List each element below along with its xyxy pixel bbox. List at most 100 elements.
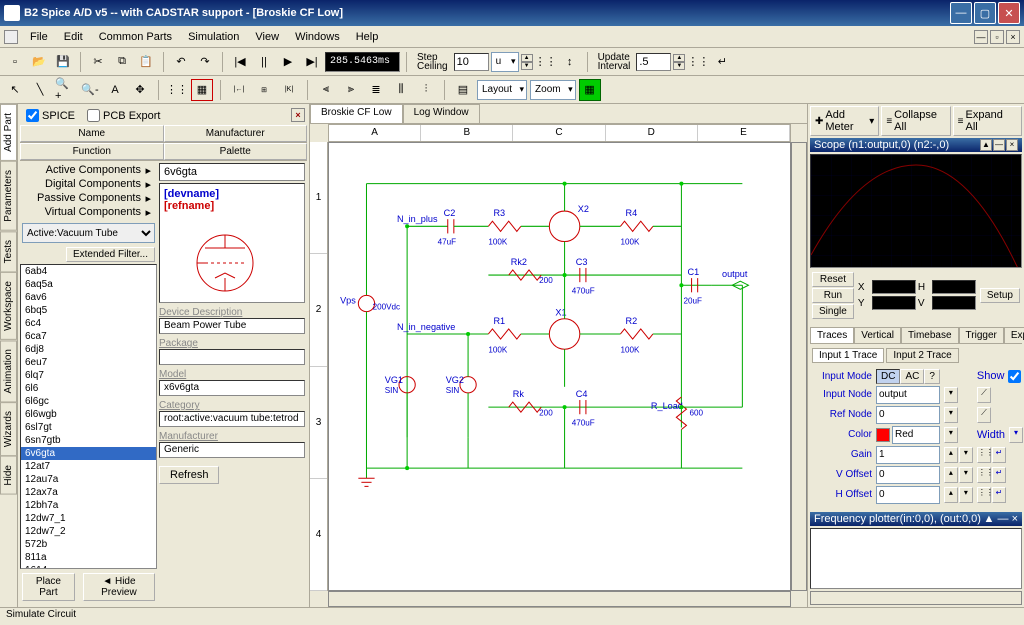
menu-active-components[interactable]: Active Components: [24, 163, 153, 177]
distribute-v-icon[interactable]: ⫶: [415, 79, 437, 101]
pan-icon[interactable]: ✥: [129, 79, 151, 101]
menu-simulation[interactable]: Simulation: [180, 29, 247, 45]
menu-edit[interactable]: Edit: [56, 29, 91, 45]
gain-input[interactable]: 1: [876, 446, 940, 464]
input-mode-toggle[interactable]: DCAC?: [876, 369, 940, 384]
align-right-icon[interactable]: ≣: [365, 79, 387, 101]
tab-timebase[interactable]: Timebase: [901, 327, 959, 343]
align-center-icon[interactable]: ⫸: [340, 79, 362, 101]
probe-icon[interactable]: ⟋: [977, 407, 991, 423]
reset-button[interactable]: Reset: [812, 272, 854, 287]
tab-tests[interactable]: Tests: [0, 231, 17, 272]
tab-hide[interactable]: Hide: [0, 456, 17, 495]
part-item[interactable]: 12bh7a: [21, 499, 156, 512]
frequency-plotter[interactable]: [810, 528, 1022, 589]
part-item[interactable]: 12au7a: [21, 473, 156, 486]
tab-parameters[interactable]: Parameters: [0, 161, 17, 231]
pcb-checkbox[interactable]: PCB Export: [83, 108, 164, 123]
place-part-button[interactable]: Place Part: [22, 573, 75, 601]
cat-function[interactable]: Function: [20, 143, 164, 160]
part-item[interactable]: 811a: [21, 551, 156, 564]
probe-icon[interactable]: ⟋: [977, 387, 991, 403]
part-item[interactable]: 6v6gta: [21, 447, 156, 460]
part-item[interactable]: 12dw7_2: [21, 525, 156, 538]
cat-manufacturer[interactable]: Manufacturer: [164, 125, 308, 142]
freq-min-icon[interactable]: —: [998, 513, 1009, 525]
oscilloscope[interactable]: [810, 154, 1022, 268]
tab-workspace[interactable]: Workspace: [0, 272, 17, 340]
part-item[interactable]: 6bq5: [21, 304, 156, 317]
single-button[interactable]: Single: [812, 304, 854, 319]
scrollbar-horizontal[interactable]: [328, 591, 791, 607]
part-item[interactable]: 6sn7gtb: [21, 434, 156, 447]
layers-icon[interactable]: ▤: [452, 79, 474, 101]
part-item[interactable]: 6c4: [21, 317, 156, 330]
menu-virtual-components[interactable]: Virtual Components: [24, 205, 153, 219]
zoom-out-icon[interactable]: 🔍-: [79, 79, 101, 101]
layout-combo[interactable]: Layout: [477, 80, 527, 100]
tab-input2[interactable]: Input 2 Trace: [886, 348, 958, 363]
interval-tool-icon[interactable]: ⋮⋮: [687, 51, 709, 73]
step-ceiling-spin[interactable]: [454, 53, 489, 71]
maximize-button[interactable]: ▢: [974, 2, 996, 24]
text-icon[interactable]: A: [104, 79, 126, 101]
cat-name[interactable]: Name: [20, 125, 164, 142]
cat-palette[interactable]: Palette: [164, 143, 308, 160]
spice-checkbox[interactable]: SPICE: [22, 108, 79, 123]
part-item[interactable]: 6l6wgb: [21, 408, 156, 421]
menu-digital-components[interactable]: Digital Components: [24, 177, 153, 191]
part-item[interactable]: 6l6gc: [21, 395, 156, 408]
scope-up-icon[interactable]: ▲: [980, 139, 992, 151]
menu-windows[interactable]: Windows: [287, 29, 348, 45]
menu-common-parts[interactable]: Common Parts: [91, 29, 180, 45]
part-item[interactable]: 6dj8: [21, 343, 156, 356]
mdi-close[interactable]: ×: [1006, 30, 1020, 44]
tab-trigger[interactable]: Trigger: [959, 327, 1004, 343]
part-item[interactable]: 6lq7: [21, 369, 156, 382]
minimize-button[interactable]: —: [950, 2, 972, 24]
zoom-combo[interactable]: Zoom: [530, 80, 576, 100]
part-item[interactable]: 6eu7: [21, 356, 156, 369]
net-icon[interactable]: ╲: [29, 79, 51, 101]
scope-min-icon[interactable]: —: [993, 139, 1005, 151]
tab-schematic[interactable]: Broskie CF Low: [310, 104, 403, 123]
open-icon[interactable]: 📂: [28, 51, 50, 73]
prev-icon[interactable]: |◀: [229, 51, 251, 73]
mdi-minimize[interactable]: —: [974, 30, 988, 44]
marker-icon[interactable]: ↵: [711, 51, 733, 73]
next-icon[interactable]: ▶|: [301, 51, 323, 73]
new-icon[interactable]: ▫: [4, 51, 26, 73]
part-item[interactable]: 12dw7_1: [21, 512, 156, 525]
undo-icon[interactable]: ↶: [170, 51, 192, 73]
tab-log[interactable]: Log Window: [403, 104, 480, 123]
redo-icon[interactable]: ↷: [194, 51, 216, 73]
setup-button[interactable]: Setup: [980, 288, 1020, 303]
refresh-button[interactable]: Refresh: [159, 466, 219, 484]
hide-preview-button[interactable]: ◄ Hide Preview: [83, 573, 155, 601]
add-meter-button[interactable]: ✚ Add Meter ▾: [810, 106, 879, 136]
step-unit-combo[interactable]: u: [491, 52, 519, 72]
part-item[interactable]: 6l6: [21, 382, 156, 395]
expand-all-button[interactable]: ≡ Expand All: [953, 106, 1022, 136]
tab-vertical[interactable]: Vertical: [854, 327, 901, 343]
ref-node-combo[interactable]: 0: [876, 406, 940, 424]
hoffset-input[interactable]: 0: [876, 486, 940, 504]
menu-file[interactable]: File: [22, 29, 56, 45]
filter-select[interactable]: Active:Vacuum Tube: [22, 223, 155, 243]
copy-icon[interactable]: ⧉: [111, 51, 133, 73]
part-item[interactable]: 6sl7gt: [21, 421, 156, 434]
close-button[interactable]: ✕: [998, 2, 1020, 24]
run-button[interactable]: Run: [812, 288, 854, 303]
tab-export[interactable]: Export: [1004, 327, 1024, 343]
grid-lines-icon[interactable]: ▦: [191, 79, 213, 101]
extended-filter-button[interactable]: Extended Filter...: [66, 247, 155, 262]
tab-add-part[interactable]: Add Part: [0, 104, 17, 161]
right-scrollbar[interactable]: [810, 591, 1022, 605]
save-icon[interactable]: 💾: [52, 51, 74, 73]
freq-up-icon[interactable]: ▲: [984, 513, 995, 525]
part-item[interactable]: 6ca7: [21, 330, 156, 343]
part-name-input[interactable]: [159, 163, 305, 181]
pointer-icon[interactable]: ↖: [4, 79, 26, 101]
cut-icon[interactable]: ✂: [87, 51, 109, 73]
part-item[interactable]: 12ax7a: [21, 486, 156, 499]
